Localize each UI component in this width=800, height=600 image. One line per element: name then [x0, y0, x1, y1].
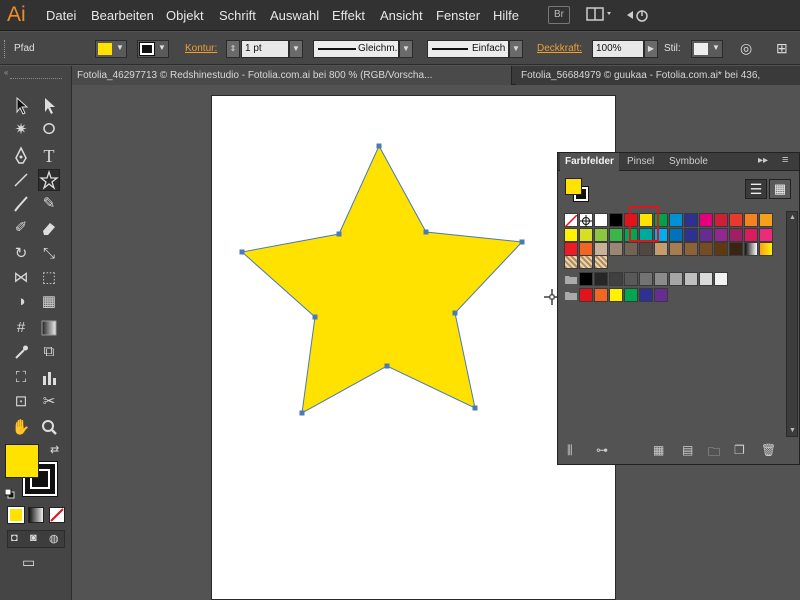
- swatch[interactable]: [594, 272, 608, 286]
- tab-symbole[interactable]: Symbole: [664, 153, 713, 171]
- swatch[interactable]: [609, 242, 623, 256]
- new-color-group-icon[interactable]: ▤: [682, 443, 693, 457]
- new-swatch-icon[interactable]: ❐: [734, 443, 745, 457]
- swatch[interactable]: [594, 242, 608, 256]
- swatch[interactable]: [759, 228, 773, 242]
- swatches-panel: Farbfelder Pinsel Symbole ▸▸ ≡ ☰ ▦ ▲ ▼ ⫼…: [557, 152, 800, 465]
- swatch[interactable]: [624, 272, 638, 286]
- swatch[interactable]: [639, 272, 653, 286]
- swatch[interactable]: [699, 228, 713, 242]
- collapse-panel-icon[interactable]: ▸▸: [758, 155, 768, 166]
- swatch[interactable]: [729, 213, 743, 227]
- swatch-pattern[interactable]: [579, 255, 593, 269]
- swatch[interactable]: [594, 213, 608, 227]
- swatch[interactable]: [669, 272, 683, 286]
- swatch[interactable]: [609, 272, 623, 286]
- swatch[interactable]: [654, 272, 668, 286]
- panel-menu-icon[interactable]: ≡: [782, 154, 788, 166]
- tab-farbfelder[interactable]: Farbfelder: [560, 153, 619, 171]
- swatch[interactable]: [684, 213, 698, 227]
- swatch-none[interactable]: [564, 213, 578, 228]
- swatch-registration-icon[interactable]: [579, 213, 593, 227]
- swatch[interactable]: [594, 288, 608, 302]
- swatch[interactable]: [579, 272, 593, 286]
- delete-swatch-icon[interactable]: 🗑: [761, 443, 776, 457]
- swatch[interactable]: [699, 213, 713, 227]
- swatch[interactable]: [669, 242, 683, 256]
- swatch[interactable]: [684, 242, 698, 256]
- swatch[interactable]: [684, 272, 698, 286]
- swatch[interactable]: [714, 228, 728, 242]
- swatch[interactable]: [594, 228, 608, 242]
- swatch[interactable]: [564, 228, 578, 242]
- list-view-icon[interactable]: ☰: [745, 179, 767, 199]
- swatch[interactable]: [609, 213, 623, 227]
- panel-scrollbar[interactable]: ▲ ▼: [786, 211, 798, 437]
- swatch[interactable]: [684, 228, 698, 242]
- swatch[interactable]: [759, 213, 773, 227]
- scroll-up-icon[interactable]: ▲: [789, 214, 796, 221]
- swatch[interactable]: [669, 213, 683, 227]
- swatch[interactable]: [714, 272, 728, 286]
- swatch-gradient[interactable]: [759, 242, 773, 256]
- thumbnail-view-icon[interactable]: ▦: [769, 179, 791, 199]
- scroll-down-icon[interactable]: ▼: [789, 427, 796, 434]
- swatch[interactable]: [564, 242, 578, 256]
- swatch-pattern[interactable]: [594, 255, 608, 269]
- swatch[interactable]: [639, 242, 653, 256]
- swatch[interactable]: [609, 288, 623, 302]
- swatch[interactable]: [579, 228, 593, 242]
- panel-tab-bar: Farbfelder Pinsel Symbole ▸▸ ≡: [558, 153, 799, 171]
- swatch[interactable]: [714, 213, 728, 227]
- swatch[interactable]: [654, 288, 668, 302]
- swatch[interactable]: [714, 242, 728, 256]
- swatch[interactable]: [654, 242, 668, 256]
- color-group-folder-icon[interactable]: [564, 288, 578, 302]
- panel-fill-box[interactable]: [565, 178, 582, 195]
- tab-pinsel[interactable]: Pinsel: [622, 153, 659, 171]
- swatch-pattern[interactable]: [564, 255, 578, 269]
- swatch[interactable]: [579, 242, 593, 256]
- color-group-folder-icon[interactable]: [564, 272, 578, 286]
- swatch[interactable]: [579, 288, 593, 302]
- swatch-libraries-menu-icon[interactable]: ⫼: [567, 443, 573, 458]
- new-folder-icon[interactable]: 🗀: [708, 443, 720, 464]
- swatch-kind-menu-icon[interactable]: ⊶: [596, 443, 608, 457]
- swatch[interactable]: [624, 288, 638, 302]
- swatch[interactable]: [729, 228, 743, 242]
- swatch-options-icon[interactable]: ▦: [653, 443, 664, 457]
- swatch-highlight: [629, 206, 659, 242]
- swatch[interactable]: [639, 288, 653, 302]
- swatch[interactable]: [699, 242, 713, 256]
- swatch[interactable]: [744, 213, 758, 227]
- swatch[interactable]: [699, 272, 713, 286]
- swatch[interactable]: [729, 242, 743, 256]
- swatch[interactable]: [744, 228, 758, 242]
- swatch-gradient[interactable]: [744, 242, 758, 256]
- swatch[interactable]: [624, 242, 638, 256]
- swatch[interactable]: [609, 228, 623, 242]
- swatch[interactable]: [669, 228, 683, 242]
